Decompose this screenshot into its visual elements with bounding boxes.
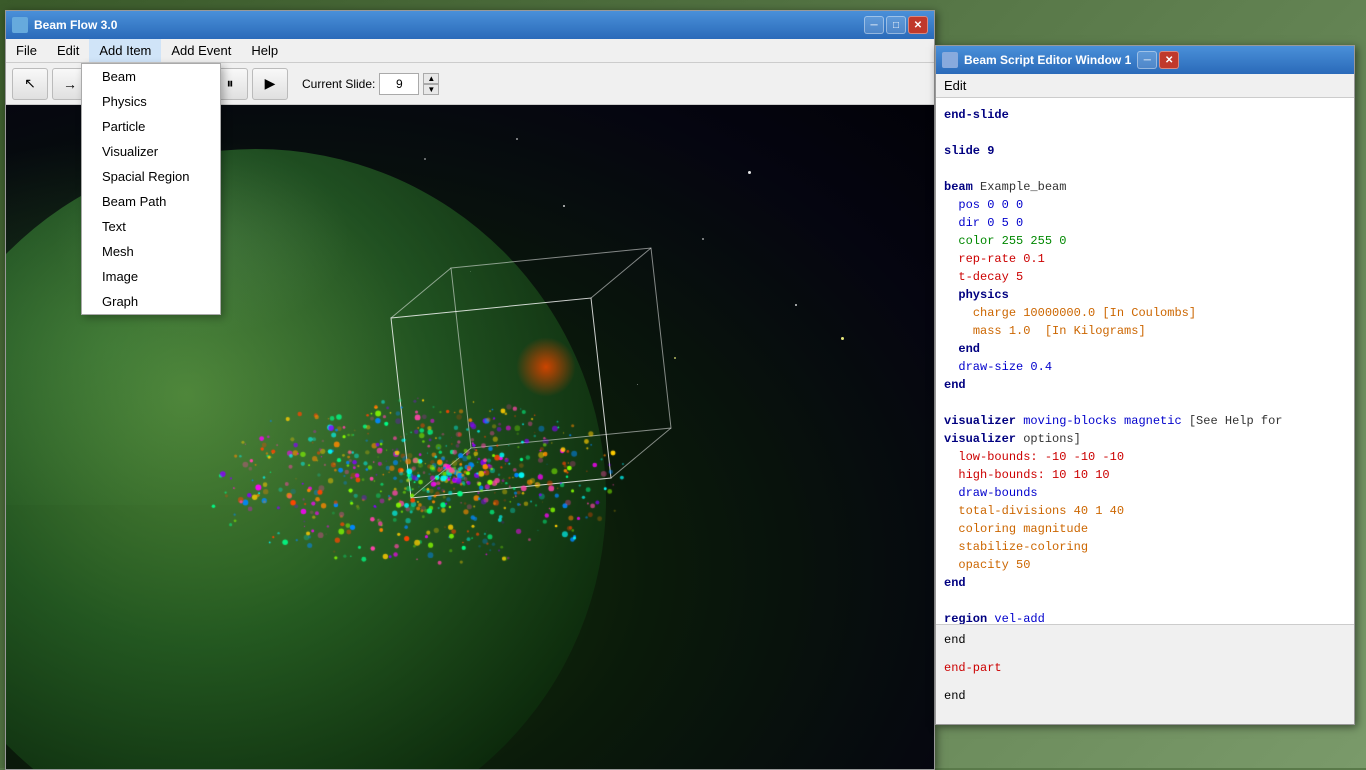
slide-up-arrow[interactable]: ▲	[423, 73, 439, 84]
script-minimize-button[interactable]: ─	[1137, 51, 1157, 69]
slide-label: Current Slide:	[302, 77, 375, 91]
dropdown-visualizer[interactable]: Visualizer	[82, 139, 220, 164]
dropdown-text[interactable]: Text	[82, 214, 220, 239]
script-title-bar: Beam Script Editor Window 1 ─ ✕	[936, 46, 1354, 74]
desktop: Beam Flow 3.0 ─ □ ✕ File Edit Add Item A…	[0, 0, 1366, 768]
slide-down-arrow[interactable]: ▼	[423, 84, 439, 95]
maximize-button[interactable]: □	[886, 16, 906, 34]
script-icon	[942, 52, 958, 68]
dropdown-beam[interactable]: Beam	[82, 64, 220, 89]
play-button[interactable]: ▶	[252, 68, 288, 100]
title-bar-buttons: ─ □ ✕	[864, 16, 928, 34]
dropdown-image[interactable]: Image	[82, 264, 220, 289]
dropdown-beam-path[interactable]: Beam Path	[82, 189, 220, 214]
menu-bar: File Edit Add Item Add Event Help Beam P…	[6, 39, 934, 63]
minimize-button[interactable]: ─	[864, 16, 884, 34]
dropdown-physics[interactable]: Physics	[82, 89, 220, 114]
dropdown-particle[interactable]: Particle	[82, 114, 220, 139]
script-title-buttons: ─ ✕	[1137, 51, 1179, 69]
script-menu-edit[interactable]: Edit	[944, 78, 966, 93]
main-window: Beam Flow 3.0 ─ □ ✕ File Edit Add Item A…	[5, 10, 935, 770]
menu-help[interactable]: Help	[241, 39, 288, 62]
slide-arrows: ▲ ▼	[423, 73, 439, 95]
script-menu-bar: Edit	[936, 74, 1354, 98]
script-content[interactable]: end-slide slide 9 beam Example_beam pos …	[936, 98, 1354, 624]
menu-add-item[interactable]: Add Item	[89, 39, 161, 62]
menu-file[interactable]: File	[6, 39, 47, 62]
dropdown-mesh[interactable]: Mesh	[82, 239, 220, 264]
close-button[interactable]: ✕	[908, 16, 928, 34]
script-footer[interactable]: end end-part end	[936, 624, 1354, 724]
menu-edit[interactable]: Edit	[47, 39, 89, 62]
script-editor-window: Beam Script Editor Window 1 ─ ✕ Edit end…	[935, 45, 1355, 725]
select-tool-button[interactable]: ↖	[12, 68, 48, 100]
main-title-bar: Beam Flow 3.0 ─ □ ✕	[6, 11, 934, 39]
main-window-title: Beam Flow 3.0	[34, 18, 858, 32]
slide-control: Current Slide: ▲ ▼	[302, 73, 439, 95]
dropdown-graph[interactable]: Graph	[82, 289, 220, 314]
script-window-title: Beam Script Editor Window 1	[964, 53, 1131, 67]
script-close-button[interactable]: ✕	[1159, 51, 1179, 69]
app-icon	[12, 17, 28, 33]
slide-input[interactable]	[379, 73, 419, 95]
dropdown-spacial-region[interactable]: Spacial Region	[82, 164, 220, 189]
menu-add-event[interactable]: Add Event	[161, 39, 241, 62]
add-item-dropdown: Beam Physics Particle Visualizer Spacial…	[81, 63, 221, 315]
